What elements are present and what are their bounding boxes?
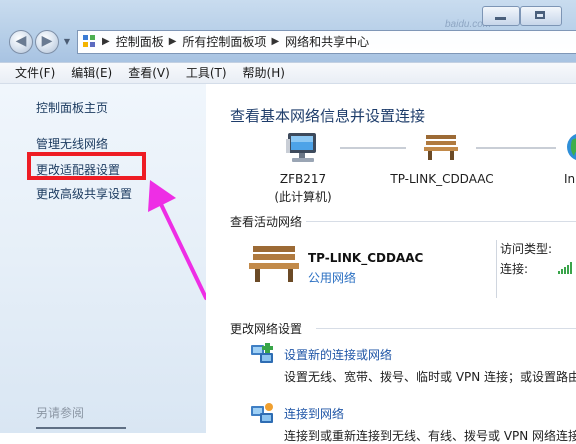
node-label-computer-name: ZFB217 [279, 172, 327, 186]
network-link-line [476, 147, 556, 149]
highlight-box [27, 152, 146, 180]
active-network-name: TP-LINK_CDDAAC [308, 251, 424, 265]
menu-view[interactable]: 查看(V) [122, 63, 176, 83]
node-label-this-computer: (此计算机) [274, 190, 332, 204]
globe-icon[interactable] [566, 132, 576, 162]
pointer-arrow-icon [148, 180, 208, 300]
new-connection-icon[interactable] [250, 342, 274, 366]
vertical-divider [496, 240, 497, 298]
breadcrumb-separator-icon[interactable]: ▶ [271, 31, 279, 53]
active-networks-heading: 查看活动网络 [230, 215, 303, 229]
section-divider [316, 328, 576, 329]
network-bench-icon [249, 246, 299, 282]
window-title-bar: baidu.com ◀ ▶ ▼ ▶ 控制面板 ▶ 所有控制面板项 ▶ 网络和共享… [0, 0, 576, 62]
menu-help[interactable]: 帮助(H) [237, 63, 291, 83]
connect-network-icon[interactable] [250, 402, 274, 426]
breadcrumb-network-center[interactable]: 网络和共享中心 [285, 31, 369, 53]
minimize-button[interactable] [482, 6, 520, 26]
section-divider [306, 221, 576, 222]
recent-pages-dropdown[interactable]: ▼ [62, 36, 72, 48]
control-panel-icon [83, 35, 97, 49]
forward-button[interactable]: ▶ [35, 30, 59, 54]
signal-strength-icon[interactable] [558, 262, 572, 274]
menu-file[interactable]: 文件(F) [9, 63, 61, 83]
content-pane: 查看基本网络信息并设置连接 ZFB217 (此计算机) TP-LINK_CDDA… [206, 84, 576, 443]
bench-icon[interactable] [424, 133, 458, 161]
computer-icon[interactable] [286, 131, 322, 165]
menu-edit[interactable]: 编辑(E) [65, 63, 118, 83]
task-control-panel-home[interactable]: 控制面板主页 [36, 99, 108, 116]
breadcrumb-separator-icon[interactable]: ▶ [102, 31, 110, 53]
connect-to-network-link[interactable]: 连接到网络 [284, 405, 344, 422]
node-label-internet: In [564, 172, 576, 186]
maximize-button[interactable] [520, 6, 562, 26]
see-also-heading: 另请参阅 [36, 406, 85, 420]
change-settings-heading: 更改网络设置 [230, 322, 303, 336]
node-label-router: TP-LINK_CDDAAC [390, 172, 494, 186]
network-type-link[interactable]: 公用网络 [308, 269, 356, 286]
address-bar[interactable]: ▶ 控制面板 ▶ 所有控制面板项 ▶ 网络和共享中心 [77, 30, 576, 54]
access-type-label: 访问类型: [500, 242, 553, 256]
connect-to-network-description: 连接到或重新连接到无线、有线、拨号或 VPN 网络连接 [284, 429, 576, 443]
breadcrumb-control-panel[interactable]: 控制面板 [116, 31, 164, 53]
setup-new-connection-description: 设置无线、宽带、拨号、临时或 VPN 连接；或设置路由 [284, 370, 576, 384]
page-title: 查看基本网络信息并设置连接 [230, 107, 426, 125]
setup-new-connection-link[interactable]: 设置新的连接或网络 [284, 346, 392, 363]
see-also-link-partial[interactable] [36, 427, 126, 435]
task-manage-wireless[interactable]: 管理无线网络 [36, 135, 108, 152]
menu-tools[interactable]: 工具(T) [180, 63, 233, 83]
task-advanced-sharing[interactable]: 更改高级共享设置 [36, 185, 132, 202]
breadcrumb-all-items[interactable]: 所有控制面板项 [182, 31, 266, 53]
back-button[interactable]: ◀ [9, 30, 33, 54]
network-link-line [340, 147, 406, 149]
connection-label: 连接: [500, 262, 529, 276]
breadcrumb-separator-icon[interactable]: ▶ [169, 31, 177, 53]
menu-bar: 文件(F) 编辑(E) 查看(V) 工具(T) 帮助(H) [0, 62, 576, 84]
